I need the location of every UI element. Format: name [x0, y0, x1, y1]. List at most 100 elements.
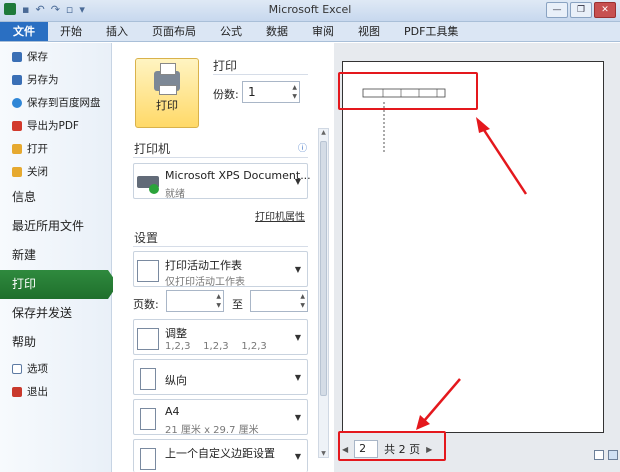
- tab-page-layout[interactable]: 页面布局: [140, 22, 208, 41]
- folder-icon: [12, 143, 22, 154]
- paper-subtitle: 21 厘米 x 29.7 厘米: [165, 425, 259, 436]
- page-from-input[interactable]: ▲ ▼: [166, 290, 224, 312]
- close-button[interactable]: ✕: [594, 2, 616, 18]
- divider: [133, 157, 308, 158]
- tab-pdf-tools[interactable]: PDF工具集: [392, 22, 470, 41]
- tab-view[interactable]: 视图: [346, 22, 392, 41]
- margins-dropdown[interactable]: 上一个自定义边距设置 ▼: [133, 439, 308, 472]
- settings-scrollbar[interactable]: ▲ ▼: [318, 128, 329, 458]
- scrollbar-thumb[interactable]: [320, 141, 327, 396]
- sidebar-item-new[interactable]: 新建: [0, 241, 111, 270]
- collate-icon: [137, 328, 159, 350]
- sidebar-item-save-to-baidu[interactable]: 保存到百度网盘: [0, 91, 111, 114]
- title-bar: ▪ ↶ ↷ ▫ ▾ Microsoft Excel — ❐ ✕: [0, 0, 620, 22]
- save-as-icon: [12, 74, 22, 85]
- sidebar-item-info[interactable]: 信息: [0, 183, 111, 212]
- minimize-button[interactable]: —: [546, 2, 568, 18]
- zoom-controls: [594, 450, 618, 460]
- info-icon[interactable]: ⓘ: [298, 141, 307, 154]
- next-page-icon[interactable]: ▶: [426, 445, 432, 454]
- printer-section-title: 打印机: [134, 142, 171, 156]
- paper-icon: [140, 408, 156, 430]
- restore-button[interactable]: ❐: [570, 2, 592, 18]
- orientation-title: 纵向: [165, 374, 187, 387]
- tab-insert[interactable]: 插入: [94, 22, 140, 41]
- tab-review[interactable]: 审阅: [300, 22, 346, 41]
- sidebar-item-label: 保存到百度网盘: [27, 97, 101, 109]
- sidebar-item-open[interactable]: 打开: [0, 137, 111, 160]
- chevron-down-icon: ▼: [294, 333, 301, 342]
- sidebar-item-label: 打开: [27, 143, 48, 155]
- print-scope-dropdown[interactable]: 打印活动工作表 仅打印活动工作表 ▼: [133, 251, 308, 288]
- sidebar-item-export-pdf[interactable]: 导出为PDF: [0, 114, 111, 137]
- sidebar-item-save-as[interactable]: 另存为: [0, 68, 111, 91]
- paper-size-dropdown[interactable]: A4 21 厘米 x 29.7 厘米 ▼: [133, 399, 308, 436]
- copies-value: 1: [248, 85, 256, 99]
- annotation-arrows: [416, 117, 528, 430]
- prev-page-icon[interactable]: ◀: [342, 445, 348, 454]
- margins-title: 上一个自定义边距设置: [165, 447, 275, 460]
- ribbon-tabs: 文件 开始 插入 页面布局 公式 数据 审阅 视图 PDF工具集: [0, 22, 620, 42]
- tab-home[interactable]: 开始: [48, 22, 94, 41]
- printer-properties-link[interactable]: 打印机属性: [255, 208, 305, 223]
- sidebar-item-label: 保存: [27, 51, 48, 63]
- sidebar-item-options[interactable]: 选项: [0, 357, 111, 380]
- sidebar-item-close[interactable]: 关闭: [0, 160, 111, 183]
- save-icon: [12, 51, 22, 62]
- window-title: Microsoft Excel: [268, 3, 352, 16]
- scroll-up-icon[interactable]: ▲: [319, 129, 328, 136]
- total-pages-label: 共 2 页: [384, 443, 421, 456]
- sidebar-item-save[interactable]: 保存: [0, 45, 111, 68]
- ready-status-icon: [149, 184, 159, 194]
- copies-input[interactable]: 1 ▲ ▼: [242, 81, 300, 103]
- sidebar-item-recent[interactable]: 最近所用文件: [0, 212, 111, 241]
- tab-file[interactable]: 文件: [0, 22, 48, 41]
- close-folder-icon: [12, 166, 22, 177]
- exit-icon: [12, 386, 22, 397]
- page-to-input[interactable]: ▲ ▼: [250, 290, 308, 312]
- sidebar-item-label: 退出: [27, 386, 48, 398]
- show-margins-icon[interactable]: [594, 450, 604, 460]
- sidebar-item-exit[interactable]: 退出: [0, 380, 111, 403]
- pdf-icon: [12, 120, 22, 131]
- tab-formulas[interactable]: 公式: [208, 22, 254, 41]
- settings-section-title: 设置: [134, 231, 159, 245]
- sidebar-item-label: 选项: [27, 363, 48, 375]
- tab-data[interactable]: 数据: [254, 22, 300, 41]
- chevron-down-icon: ▼: [294, 373, 301, 382]
- backstage-sidebar: 保存 另存为 保存到百度网盘 导出为PDF 打开 关闭 信息 最近所用文件 新建…: [0, 43, 118, 472]
- chevron-down-icon: ▼: [294, 452, 301, 461]
- sidebar-item-label: 导出为PDF: [27, 120, 79, 132]
- current-page-input[interactable]: 2: [354, 440, 379, 458]
- collate-subtitle: 1,2,3 1,2,3 1,2,3: [165, 341, 267, 352]
- orientation-dropdown[interactable]: 纵向 ▼: [133, 359, 308, 395]
- print-button[interactable]: 打印: [135, 58, 199, 128]
- print-scope-title: 打印活动工作表: [165, 259, 242, 272]
- worksheet-icon: [137, 260, 159, 282]
- paper-title: A4: [165, 405, 180, 418]
- printer-dropdown[interactable]: Microsoft XPS Document... 就绪 ▼: [133, 163, 311, 200]
- zoom-to-page-icon[interactable]: [608, 450, 618, 460]
- chevron-down-icon: ▼: [294, 265, 301, 274]
- print-settings-panel: 打印 打印 份数: 1 ▲ ▼ 打印机 ⓘ Microsoft XPS Docume…: [113, 43, 333, 472]
- collate-title: 调整: [165, 327, 187, 340]
- print-preview-pane: ◀ 2 共 2 页 ▶: [334, 43, 620, 472]
- divider: [213, 74, 308, 75]
- sidebar-item-print[interactable]: 打印: [0, 270, 118, 299]
- portrait-icon: [140, 368, 156, 390]
- pages-label: 页数:: [133, 298, 159, 311]
- to-label: 至: [232, 298, 243, 311]
- copies-label: 份数:: [213, 88, 239, 101]
- printer-icon: [154, 63, 180, 95]
- print-button-label: 打印: [156, 99, 178, 112]
- sidebar-item-save-send[interactable]: 保存并发送: [0, 299, 111, 328]
- scroll-down-icon[interactable]: ▼: [319, 450, 328, 457]
- cloud-icon: [12, 97, 22, 108]
- copies-stepper-icon[interactable]: ▲ ▼: [292, 83, 297, 101]
- print-scope-subtitle: 仅打印活动工作表: [165, 277, 245, 288]
- page-to-stepper-icon[interactable]: ▲ ▼: [300, 292, 305, 310]
- sidebar-item-label: 关闭: [27, 166, 48, 178]
- page-from-stepper-icon[interactable]: ▲ ▼: [216, 292, 221, 310]
- sidebar-item-help[interactable]: 帮助: [0, 328, 111, 357]
- collate-dropdown[interactable]: 调整 1,2,3 1,2,3 1,2,3 ▼: [133, 319, 308, 355]
